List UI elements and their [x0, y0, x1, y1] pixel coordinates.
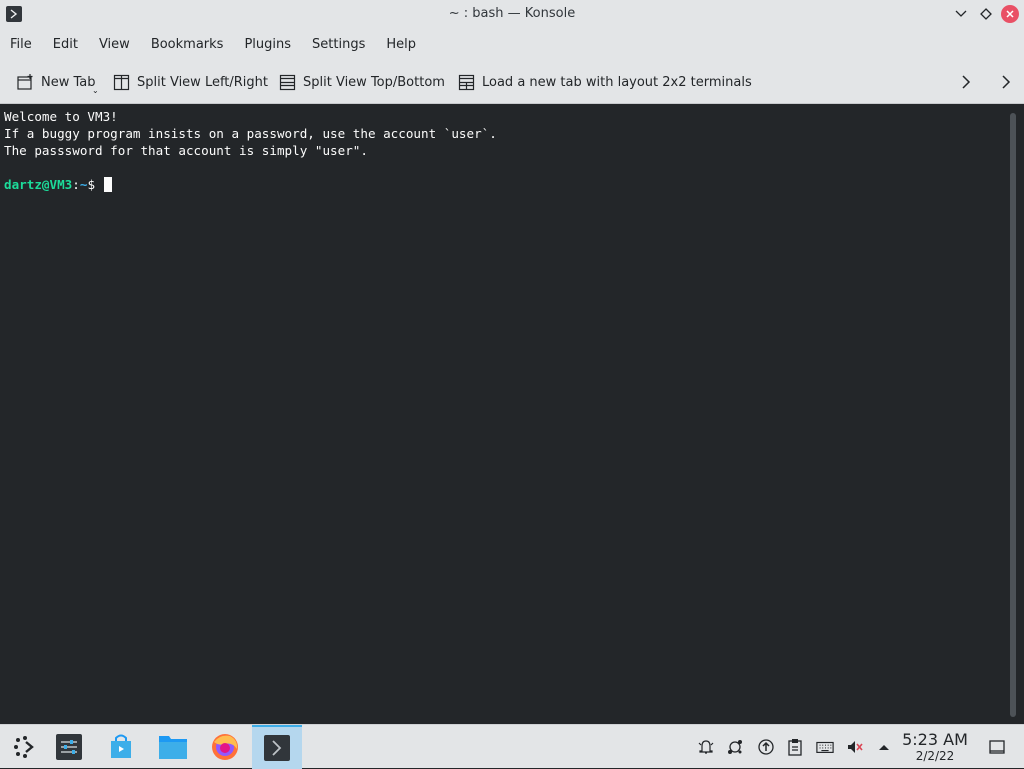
volume-muted-icon[interactable]: [846, 738, 864, 756]
taskbar-system-settings[interactable]: [44, 725, 94, 769]
menubar: File Edit View Bookmarks Plugins Setting…: [0, 29, 1024, 60]
load-layout-label: Load a new tab with layout 2x2 terminals: [482, 74, 752, 90]
terminal-line: Welcome to VM3!: [4, 109, 118, 124]
terminal-line: If a buggy program insists on a password…: [4, 126, 497, 141]
application-launcher-icon: [14, 736, 34, 758]
minimize-button[interactable]: [952, 5, 970, 23]
show-desktop-icon[interactable]: [988, 738, 1006, 756]
taskbar-discover[interactable]: [96, 725, 146, 769]
prompt-separator: :: [72, 177, 80, 192]
taskbar-panel: 5:23 AM 2/2/22: [0, 724, 1024, 769]
virtual-keyboard-icon[interactable]: [816, 738, 834, 756]
notifications-icon[interactable]: [697, 738, 715, 756]
window-title: ~ : bash — Konsole: [448, 6, 576, 21]
terminal-output[interactable]: Welcome to VM3! If a buggy program insist…: [4, 108, 497, 193]
load-layout-button[interactable]: Load a new tab with layout 2x2 terminals: [458, 72, 752, 92]
prompt-user-host: dartz@VM3: [4, 177, 73, 192]
chevron-down-icon[interactable]: ⌄: [92, 86, 99, 95]
system-settings-icon: [56, 734, 82, 760]
expand-tray-arrow-icon[interactable]: [875, 738, 893, 756]
clock-time[interactable]: 5:23 AM: [896, 730, 974, 749]
main-toolbar: New Tab ⌄ Split View Left/Right Split Vi…: [0, 60, 1024, 104]
prompt-symbol: $: [87, 177, 96, 192]
terminal-prompt-line: dartz@VM3:~$: [4, 176, 497, 193]
clipboard-icon[interactable]: [786, 738, 804, 756]
new-tab-icon: [17, 74, 33, 90]
layout-grid-icon: [458, 74, 475, 90]
dolphin-file-manager-icon: [159, 736, 187, 759]
toolbar-overflow-chevron-icon[interactable]: [960, 73, 972, 95]
konsole-icon: [264, 735, 290, 761]
taskbar-dolphin[interactable]: [148, 725, 198, 769]
split-top-bottom-icon: [279, 74, 296, 90]
terminal-view[interactable]: Welcome to VM3! If a buggy program insist…: [0, 105, 1024, 724]
clock-date[interactable]: 2/2/22: [896, 749, 974, 763]
terminal-scrollbar[interactable]: [1010, 113, 1016, 717]
toolbar-extension-chevron-icon[interactable]: [1000, 73, 1012, 95]
firefox-icon: [212, 734, 238, 760]
split-view-top-bottom-label: Split View Top/Bottom: [303, 74, 445, 90]
menu-file[interactable]: File: [10, 37, 32, 52]
menu-settings[interactable]: Settings: [312, 37, 365, 52]
menu-view[interactable]: View: [99, 37, 130, 52]
maximize-button[interactable]: [977, 5, 995, 23]
application-launcher-button[interactable]: [0, 725, 50, 769]
taskbar-firefox[interactable]: [200, 725, 250, 769]
terminal-cursor: [103, 177, 112, 192]
window-titlebar[interactable]: ~ : bash — Konsole: [0, 0, 1024, 29]
new-tab-button[interactable]: New Tab ⌄: [16, 72, 99, 95]
update-notifier-icon[interactable]: [757, 738, 775, 756]
close-button[interactable]: [1001, 5, 1019, 23]
split-view-top-bottom-button[interactable]: Split View Top/Bottom: [279, 72, 445, 92]
terminal-line: The passsword for that account is simply…: [4, 143, 368, 158]
taskbar-konsole[interactable]: [252, 725, 302, 769]
kde-connect-icon[interactable]: [726, 738, 744, 756]
discover-store-icon: [111, 734, 131, 758]
menu-help[interactable]: Help: [386, 37, 416, 52]
menu-bookmarks[interactable]: Bookmarks: [151, 37, 224, 52]
menu-edit[interactable]: Edit: [53, 37, 78, 52]
split-view-left-right-label: Split View Left/Right: [137, 74, 269, 90]
new-tab-label: New Tab: [41, 74, 96, 90]
split-left-right-icon: [113, 74, 130, 90]
menu-plugins[interactable]: Plugins: [244, 37, 291, 52]
split-view-left-right-button[interactable]: Split View Left/Right: [113, 72, 268, 92]
